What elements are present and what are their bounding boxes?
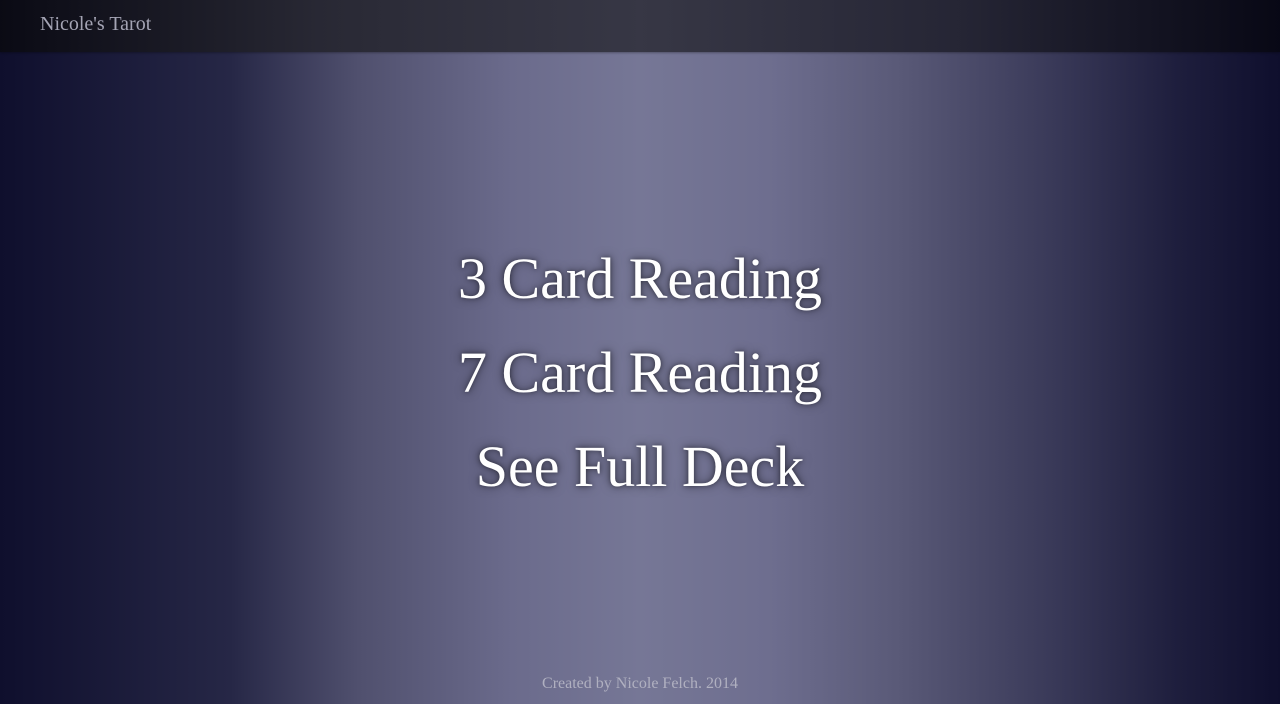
full-deck-link[interactable]: See Full Deck — [430, 424, 850, 518]
reading-menu: 3 Card Reading 7 Card Reading See Full D… — [0, 236, 1280, 518]
brand-link[interactable]: Nicole's Tarot — [40, 12, 151, 36]
seven-card-reading-link[interactable]: 7 Card Reading — [430, 330, 850, 424]
three-card-reading-link[interactable]: 3 Card Reading — [430, 236, 850, 330]
footer-credit: Created by Nicole Felch. 2014 — [542, 675, 738, 692]
navbar: Nicole's Tarot — [0, 0, 1280, 52]
